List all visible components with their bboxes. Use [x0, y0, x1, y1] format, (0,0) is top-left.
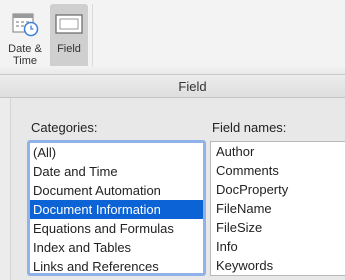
category-item-all[interactable]: (All): [30, 143, 203, 162]
category-item-links-and-references[interactable]: Links and References: [30, 257, 203, 273]
field-name-item-comments[interactable]: Comments: [211, 161, 345, 180]
field-names-list[interactable]: Author Comments DocProperty FileName Fil…: [210, 141, 345, 276]
categories-list[interactable]: (All) Date and Time Document Automation …: [27, 140, 206, 276]
dialog-title: Field: [178, 79, 207, 94]
field-icon: [54, 10, 84, 38]
calendar-clock-icon: [10, 10, 40, 38]
dialog-titlebar[interactable]: Field: [0, 75, 345, 98]
field-button[interactable]: Field: [50, 4, 88, 70]
category-item-document-information[interactable]: Document Information: [30, 200, 203, 219]
category-item-index-and-tables[interactable]: Index and Tables: [30, 238, 203, 257]
date-time-label-line1: Date &: [8, 43, 42, 55]
field-name-item-keywords[interactable]: Keywords: [211, 256, 345, 275]
category-item-document-automation[interactable]: Document Automation: [30, 181, 203, 200]
category-item-date-and-time[interactable]: Date and Time: [30, 162, 203, 181]
field-name-item-docproperty[interactable]: DocProperty: [211, 180, 345, 199]
categories-label: Categories:: [31, 120, 98, 135]
field-name-item-author[interactable]: Author: [211, 142, 345, 161]
field-label: Field: [57, 43, 81, 55]
field-name-item-info[interactable]: Info: [211, 237, 345, 256]
field-name-item-filesize[interactable]: FileSize: [211, 218, 345, 237]
ribbon-separator: [92, 4, 93, 66]
date-time-button[interactable]: Date & Time: [2, 4, 48, 70]
field-name-item-filename[interactable]: FileName: [211, 199, 345, 218]
field-names-label: Field names:: [212, 120, 287, 135]
category-item-equations-and-formulas[interactable]: Equations and Formulas: [30, 219, 203, 238]
ribbon: Date & Time Field: [0, 0, 345, 76]
